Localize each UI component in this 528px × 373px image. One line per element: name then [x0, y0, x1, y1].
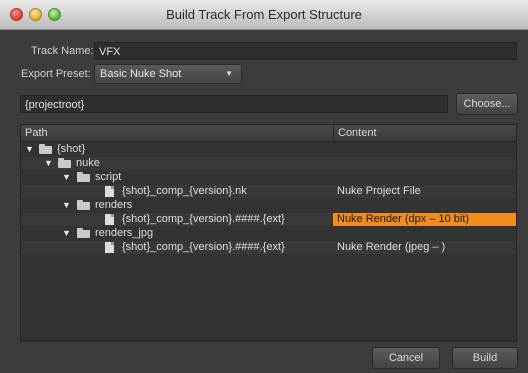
export-preset-label: Export Preset: — [21, 68, 91, 80]
tree-row-label: nuke — [76, 157, 100, 169]
build-button[interactable]: Build — [452, 347, 518, 369]
tree-row[interactable]: {shot}_comp_{version}.nk Nuke Project Fi… — [21, 185, 516, 198]
project-root-field[interactable]: {projectroot} — [20, 95, 448, 113]
tree-row[interactable]: ▼ {shot} — [21, 143, 516, 156]
file-icon — [105, 186, 114, 197]
disclosure-triangle-icon[interactable]: ▼ — [62, 171, 71, 184]
tree-row[interactable]: ▼ renders — [21, 199, 516, 212]
dialog-window: Build Track From Export Structure Track … — [0, 0, 528, 373]
tree-row[interactable]: ▼ nuke — [21, 157, 516, 170]
disclosure-triangle-icon[interactable]: ▼ — [62, 227, 71, 240]
tree-row-content: Nuke Render (jpeg – ) — [337, 241, 446, 253]
disclosure-triangle-icon[interactable]: ▼ — [62, 199, 71, 212]
window-title: Build Track From Export Structure — [166, 7, 362, 22]
folder-icon — [77, 228, 90, 238]
track-name-field[interactable]: VFX — [94, 42, 517, 60]
chevron-down-icon: ▼ — [225, 69, 233, 78]
folder-icon — [77, 172, 90, 182]
structure-tree[interactable]: Path Content ▼ {shot} ▼ nuke ▼ script {s… — [20, 124, 517, 342]
tree-row-content-selected[interactable]: Nuke Render (dpx – 10 bit) — [333, 213, 516, 226]
disclosure-triangle-icon[interactable]: ▼ — [25, 143, 34, 156]
cancel-button[interactable]: Cancel — [372, 347, 440, 369]
disclosure-triangle-icon[interactable]: ▼ — [44, 157, 53, 170]
tree-row-label: renders_jpg — [95, 227, 154, 239]
tree-row-label: {shot}_comp_{version}.nk — [122, 185, 247, 197]
tree-row[interactable]: {shot}_comp_{version}.####.{ext} Nuke Re… — [21, 213, 516, 226]
tree-row-content: Nuke Project File — [337, 185, 421, 197]
tree-row[interactable]: ▼ renders_jpg — [21, 227, 516, 240]
path-column-header[interactable]: Path — [25, 125, 48, 142]
folder-icon — [39, 144, 52, 154]
file-icon — [105, 214, 114, 225]
title-bar: Build Track From Export Structure — [0, 0, 528, 30]
file-icon — [105, 242, 114, 253]
folder-icon — [77, 200, 90, 210]
folder-icon — [58, 158, 71, 168]
tree-row-label: {shot}_comp_{version}.####.{ext} — [122, 213, 285, 225]
tree-header: Path Content — [21, 125, 516, 142]
export-preset-value: Basic Nuke Shot — [100, 68, 182, 80]
choose-button[interactable]: Choose... — [456, 93, 518, 115]
tree-row-label: {shot} — [57, 143, 86, 155]
tree-row-label: script — [95, 171, 122, 183]
tree-row-label: {shot}_comp_{version}.####.{ext} — [122, 241, 285, 253]
content-column-header[interactable]: Content — [333, 125, 516, 142]
tree-row-label: renders — [95, 199, 133, 211]
export-preset-dropdown[interactable]: Basic Nuke Shot ▼ — [94, 64, 242, 84]
tree-row[interactable]: {shot}_comp_{version}.####.{ext} Nuke Re… — [21, 241, 516, 254]
tree-row[interactable]: ▼ script — [21, 171, 516, 184]
track-name-label: Track Name: — [31, 45, 94, 57]
